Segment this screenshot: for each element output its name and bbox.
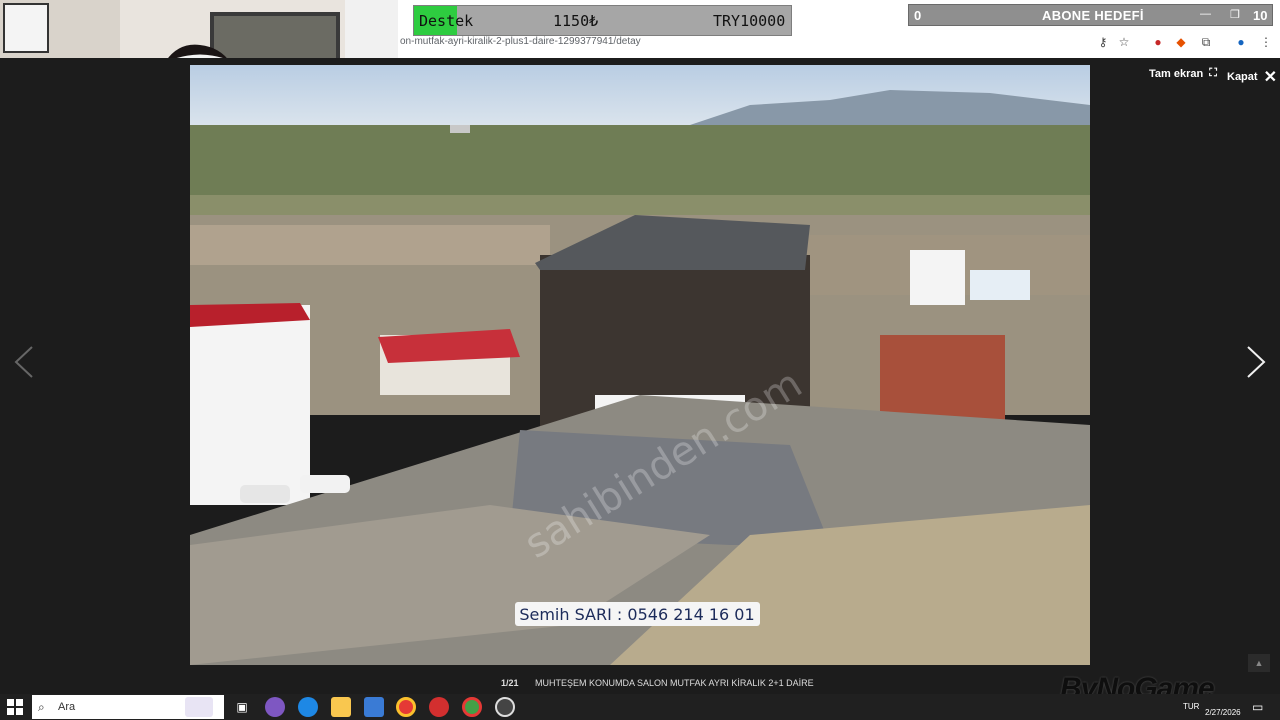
edge-icon[interactable] xyxy=(298,697,318,717)
windows-start-icon[interactable] xyxy=(6,698,24,716)
address-bar-url[interactable]: on-mutfak-ayri-kiralik-2-plus1-daire-129… xyxy=(400,36,641,47)
next-photo-arrow-icon[interactable] xyxy=(1244,345,1268,379)
bookmark-star-icon[interactable]: ☆ xyxy=(1116,34,1132,50)
search-icon: ⌕ xyxy=(38,700,45,714)
file-explorer-icon[interactable] xyxy=(331,697,351,717)
close-icon: ✕ xyxy=(1263,69,1277,86)
subscriber-goal-label: ABONE HEDEFİ xyxy=(1042,8,1144,23)
donation-label: Destek xyxy=(419,12,474,30)
chrome-active-icon[interactable] xyxy=(462,697,482,717)
close-button[interactable]: Kapat ✕ xyxy=(1227,67,1277,87)
extension-metamask-icon[interactable]: ◆ xyxy=(1173,34,1189,50)
minimize-icon[interactable]: — xyxy=(1200,8,1211,20)
donation-goal: TRY10000 xyxy=(713,12,786,30)
donation-amount: 1150₺ xyxy=(553,12,599,30)
opera-icon[interactable] xyxy=(429,697,449,717)
browser-menu-icon[interactable]: ⋮ xyxy=(1258,34,1274,50)
close-label: Kapat xyxy=(1227,71,1258,83)
extension-adblock-icon[interactable]: ● xyxy=(1150,34,1166,50)
microsoft-store-icon[interactable] xyxy=(364,697,384,717)
extensions-puzzle-icon[interactable]: ⧉ xyxy=(1198,34,1214,50)
previous-photo-arrow-icon[interactable] xyxy=(12,345,36,379)
fullscreen-label: Tam ekran xyxy=(1149,67,1204,80)
profile-avatar-icon[interactable]: ● xyxy=(1233,34,1249,50)
back-to-top-icon[interactable]: ▲ xyxy=(1248,654,1270,672)
notification-icon[interactable]: ▭ xyxy=(1252,700,1263,714)
obs-icon[interactable] xyxy=(495,697,515,717)
password-key-icon[interactable]: ⚷ xyxy=(1095,34,1111,50)
subscriber-goal-start: 0 xyxy=(914,8,922,23)
restore-icon[interactable]: ❐ xyxy=(1230,8,1240,21)
search-highlight-icon xyxy=(185,697,213,717)
photo-caption: MUHTEŞEM KONUMDA SALON MUTFAK AYRI KİRAL… xyxy=(535,678,814,688)
photo-contact-label: Semih SARI : 0546 214 16 01 xyxy=(519,605,754,624)
fullscreen-icon: ⛶ xyxy=(1209,67,1217,79)
listing-photo: sahibinden.com Semih SARI : 0546 214 16 … xyxy=(190,65,1090,665)
task-view-icon[interactable]: ▣ xyxy=(232,697,252,717)
taskbar-search-placeholder: Ara xyxy=(58,701,76,713)
chrome-icon[interactable] xyxy=(396,697,416,717)
subscriber-goal-target: 10 xyxy=(1253,8,1268,23)
photo-counter: 1/21 xyxy=(501,678,519,688)
language-indicator[interactable]: TUR xyxy=(1183,702,1199,711)
copilot-icon[interactable] xyxy=(265,697,285,717)
fullscreen-button[interactable]: Tam ekran ⛶ xyxy=(1149,67,1217,80)
tray-date[interactable]: 2/27/2026 xyxy=(1205,708,1241,717)
